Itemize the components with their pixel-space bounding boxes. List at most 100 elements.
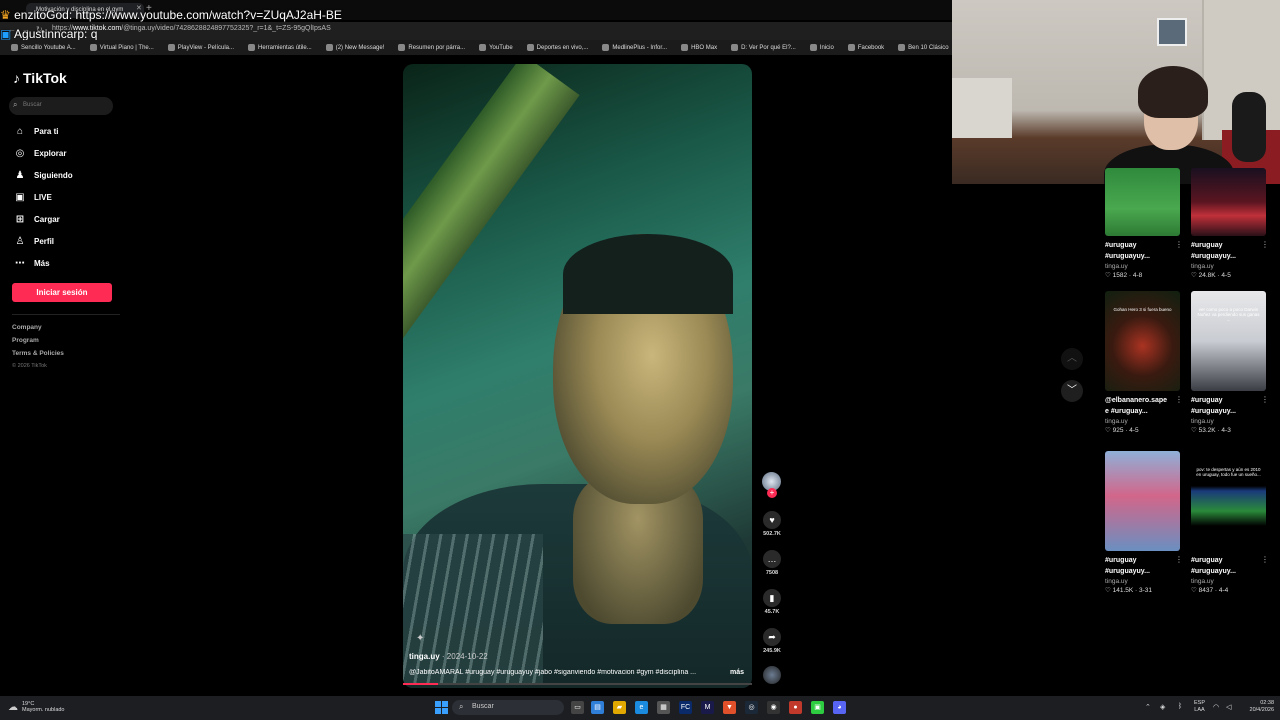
music-disc[interactable]: [763, 666, 781, 684]
steam-icon[interactable]: ◎: [745, 701, 758, 714]
video-title[interactable]: #uruguay: [1191, 240, 1261, 251]
video-title-cont[interactable]: #uruguayuy...: [1191, 566, 1261, 577]
scroll-down-button[interactable]: ﹀: [1061, 380, 1083, 402]
recorder-icon[interactable]: ●: [789, 701, 802, 714]
sidebar-item-siguiendo[interactable]: ♟ Siguiendo: [14, 170, 73, 181]
clock[interactable]: 02:38 20/4/2026: [1242, 700, 1274, 714]
chat-app-icon[interactable]: ▣: [811, 701, 824, 714]
app-icon[interactable]: M: [701, 701, 714, 714]
folder-icon[interactable]: ▰: [613, 701, 626, 714]
bookmark-item[interactable]: Facebook: [843, 44, 889, 51]
language-indicator[interactable]: ESP LAA: [1194, 700, 1205, 714]
scroll-up-button[interactable]: ︿: [1061, 348, 1083, 370]
video-user[interactable]: tinga.uy: [1105, 418, 1185, 425]
sidebar-item-para-ti[interactable]: ⌂ Para ti: [14, 126, 59, 137]
weather-widget[interactable]: ☁ 19°C Mayorm. nublado: [8, 701, 65, 713]
video-thumbnail[interactable]: [1105, 168, 1180, 236]
bookmark-item[interactable]: PlayView - Película...: [163, 44, 239, 51]
video-title-cont[interactable]: e #uruguay...: [1105, 406, 1175, 417]
bookmark-item[interactable]: Deportes en vivo,...: [522, 44, 594, 51]
bookmark-item[interactable]: Sencillo Youtube A...: [6, 44, 81, 51]
files-icon[interactable]: ▤: [591, 701, 604, 714]
bookmark-item[interactable]: (2) New Message!: [321, 44, 390, 51]
video-stats: ♡ 8437 · 4-4: [1191, 587, 1229, 594]
task-view-icon[interactable]: ▭: [571, 701, 584, 714]
search-input[interactable]: ⌕ Buscar: [9, 97, 113, 115]
more-options-icon[interactable]: ⋮: [1261, 555, 1269, 564]
recommended-video[interactable]: pov: te despertas y aún es 2010 en urugu…: [1191, 451, 1271, 594]
bookmark-item[interactable]: MedlinePlus - Infor...: [597, 44, 672, 51]
video-title[interactable]: @elbananero.sape: [1105, 395, 1175, 406]
footer-link-terms[interactable]: Terms & Policies: [12, 350, 64, 357]
bookmark-item[interactable]: Herramientas útile...: [243, 44, 317, 51]
tray-app-icon[interactable]: ◈: [1160, 703, 1165, 711]
sidebar-item-explorar[interactable]: ◎ Explorar: [14, 148, 67, 159]
share-button[interactable]: ➦ 245.9K: [762, 628, 782, 654]
more-options-icon[interactable]: ⋮: [1175, 240, 1183, 249]
bookmark-item[interactable]: Ben 10 Clásico: [893, 44, 952, 51]
recommended-video[interactable]: ⋮ #uruguay #uruguayuy... tinga.uy ♡ 24.8K · …: [1191, 168, 1271, 279]
tray-chevron-icon[interactable]: ⌃: [1145, 703, 1151, 711]
sidebar-item-perfil[interactable]: ♙ Perfil: [14, 236, 55, 247]
comment-button[interactable]: … 7508: [762, 550, 782, 576]
taskbar-search[interactable]: ⌕ Buscar: [452, 700, 564, 715]
video-thumbnail[interactable]: pov: te despertas y aún es 2010 en urugu…: [1191, 451, 1266, 551]
follow-button[interactable]: +: [767, 488, 777, 498]
video-thumbnail[interactable]: Gohan Hero 3 si fuera bueno: [1105, 291, 1180, 391]
more-options-icon[interactable]: ⋮: [1175, 555, 1183, 564]
video-author[interactable]: tinga.uy · 2024-10-22: [409, 652, 488, 661]
bluetooth-icon[interactable]: ᛒ: [1178, 703, 1182, 710]
bookmark-item[interactable]: YouTube: [474, 44, 518, 51]
recommended-video[interactable]: ⋮ #uruguay #uruguayuy... tinga.uy ♡ 1582 · 4…: [1105, 168, 1185, 279]
sidebar-item-live[interactable]: ▣ LIVE: [14, 192, 52, 203]
footer-link-program[interactable]: Program: [12, 337, 39, 344]
recommended-video[interactable]: ⋮ #uruguay #uruguayuy... tinga.uy ♡ 141.5K ·…: [1105, 451, 1185, 594]
more-options-icon[interactable]: ⋮: [1261, 395, 1269, 404]
sidebar-item-más[interactable]: ⋯ Más: [14, 258, 50, 269]
video-title[interactable]: #uruguay: [1191, 395, 1261, 406]
video-title-cont[interactable]: #uruguayuy...: [1191, 251, 1261, 262]
video-user[interactable]: tinga.uy: [1105, 263, 1185, 270]
volume-icon[interactable]: ◁: [1226, 703, 1231, 711]
bookmark-item[interactable]: HBO Max: [676, 44, 722, 51]
video-user[interactable]: tinga.uy: [1191, 263, 1271, 270]
video-title[interactable]: #uruguay: [1191, 555, 1261, 566]
edge-icon[interactable]: e: [635, 701, 648, 714]
brave-icon[interactable]: ▼: [723, 701, 736, 714]
save-button[interactable]: ▮ 45.7K: [762, 589, 782, 615]
sidebar-item-cargar[interactable]: ⊞ Cargar: [14, 214, 60, 225]
like-button[interactable]: ♥ 502.7K: [762, 511, 782, 537]
video-user[interactable]: tinga.uy: [1105, 578, 1185, 585]
video-thumbnail[interactable]: [1191, 168, 1266, 236]
chrome-icon[interactable]: ◉: [767, 701, 780, 714]
recommended-video[interactable]: ver como poco a poco Darwin Nuñez va per…: [1191, 291, 1271, 434]
video-title[interactable]: #uruguay: [1105, 240, 1175, 251]
video-progress[interactable]: [403, 683, 752, 685]
video-user[interactable]: tinga.uy: [1191, 418, 1271, 425]
login-button[interactable]: Iniciar sesión: [12, 283, 112, 302]
video-title-cont[interactable]: #uruguayuy...: [1105, 251, 1175, 262]
video-user[interactable]: tinga.uy: [1191, 578, 1271, 585]
tiktok-logo[interactable]: ♪ TikTok: [13, 70, 67, 86]
recommended-video[interactable]: Gohan Hero 3 si fuera bueno ⋮ @elbananero.…: [1105, 291, 1185, 434]
footer-link-company[interactable]: Company: [12, 324, 42, 331]
bookmark-item[interactable]: D: Ver Por qué El?...: [726, 44, 801, 51]
calculator-icon[interactable]: ▦: [657, 701, 670, 714]
more-options-icon[interactable]: ⋮: [1175, 395, 1183, 404]
more-button[interactable]: más: [730, 669, 744, 676]
video-title-cont[interactable]: #uruguayuy...: [1191, 406, 1261, 417]
video-thumbnail[interactable]: [1105, 451, 1180, 551]
bookmark-item[interactable]: Inicio: [805, 44, 839, 51]
video-title[interactable]: #uruguay: [1105, 555, 1175, 566]
more-options-icon[interactable]: ⋮: [1261, 240, 1269, 249]
wifi-icon[interactable]: ◠: [1213, 703, 1219, 711]
bookmark-item[interactable]: Resumen por párra...: [393, 44, 470, 51]
discord-icon[interactable]: ◕: [833, 701, 846, 714]
video-player[interactable]: [403, 64, 752, 688]
chat-overlay-url: ♛ enzitoGod: https://www.youtube.com/wat…: [0, 8, 342, 22]
video-title-cont[interactable]: #uruguayuy...: [1105, 566, 1175, 577]
fc-game-icon[interactable]: FC: [679, 701, 692, 714]
start-button[interactable]: [435, 701, 448, 714]
bookmark-item[interactable]: Virtual Piano | The...: [85, 44, 159, 51]
video-thumbnail[interactable]: ver como poco a poco Darwin Nuñez va per…: [1191, 291, 1266, 391]
